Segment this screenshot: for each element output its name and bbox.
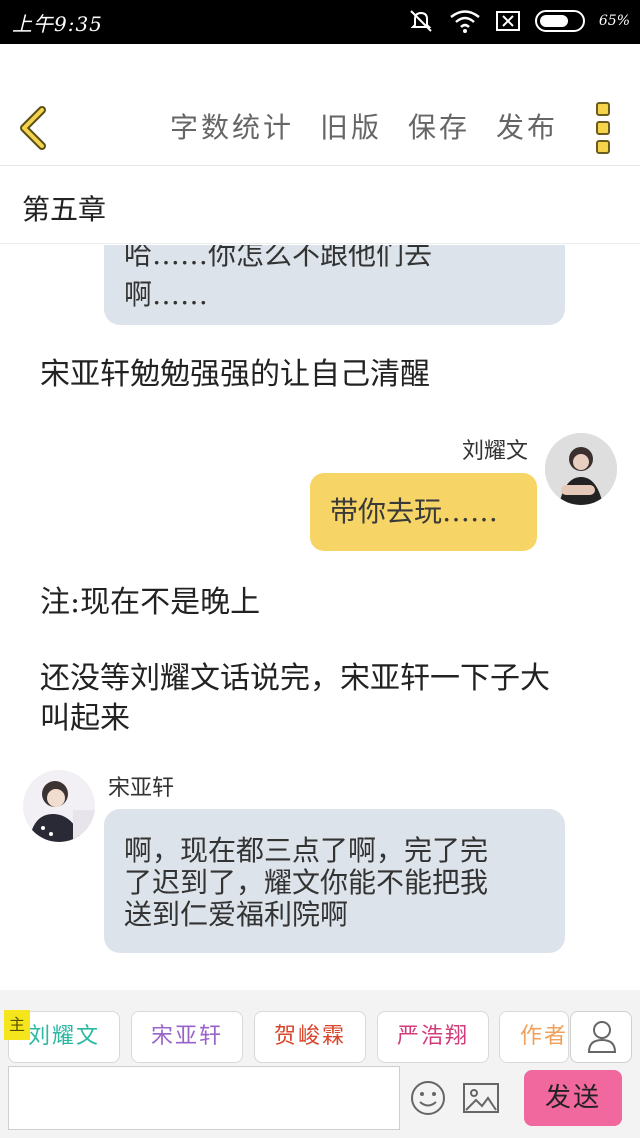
battery-icon	[534, 10, 585, 32]
narration-text[interactable]: 注:现在不是晚上	[40, 583, 260, 623]
more-vertical-icon[interactable]	[596, 102, 612, 154]
character-selector: 刘耀文 宋亚轩 贺峻霖 严浩翔 作者	[0, 990, 640, 1064]
word-count-button[interactable]: 字数统计	[170, 106, 294, 146]
character-button[interactable]: 作者	[499, 1011, 569, 1063]
image-icon[interactable]	[460, 1078, 502, 1118]
person-icon	[587, 1021, 617, 1053]
character-button[interactable]: 严浩翔	[377, 1011, 489, 1063]
back-button[interactable]	[14, 106, 54, 150]
character-button[interactable]: 宋亚轩	[131, 1011, 243, 1063]
chapter-header: 第五章	[0, 166, 640, 244]
chapter-title[interactable]: 第五章	[22, 188, 106, 228]
status-bar: 上午9:35 65%	[0, 0, 640, 44]
speaker-name: 刘耀文	[462, 439, 529, 464]
dialogue-bubble-left[interactable]: 啊，现在都三点了啊，完了完 了迟到了，耀文你能不能把我 送到仁爱福利院啊	[104, 809, 565, 953]
avatar-photo	[545, 433, 617, 505]
narration-text[interactable]: 还没等刘耀文话说完，宋亚轩一下子大 叫起来	[40, 659, 550, 739]
wifi-icon	[450, 10, 480, 33]
message-input[interactable]	[8, 1066, 400, 1130]
narration-line: 还没等刘耀文话说完，宋亚轩一下子大	[40, 661, 550, 696]
send-button[interactable]: 发送	[524, 1070, 622, 1126]
save-button[interactable]: 保存	[408, 106, 470, 146]
character-name: 刘耀文	[27, 1024, 100, 1049]
avatar[interactable]	[545, 433, 617, 505]
bubble-line: 了迟到了，耀文你能不能把我	[124, 866, 489, 899]
bubble-line: 啊，现在都三点了啊，完了完	[124, 834, 489, 867]
old-version-button[interactable]: 旧版	[320, 106, 382, 146]
status-icons: 65%	[407, 7, 630, 35]
narration-text[interactable]: 宋亚轩勉勉强强的让自己清醒	[40, 355, 430, 395]
story-content[interactable]: 哈……你怎么不跟他们去 啊…… 宋亚轩勉勉强强的让自己清醒 刘耀文 带你去玩………	[0, 245, 640, 990]
battery-percent: 65%	[598, 13, 630, 29]
dialogue-bubble-right[interactable]: 带你去玩……	[310, 473, 537, 551]
editor-toolbar: 字数统计 旧版 保存 发布	[0, 44, 640, 166]
character-name: 宋亚轩	[150, 1024, 223, 1049]
add-role-button[interactable]	[570, 1011, 632, 1063]
mute-icon	[410, 10, 432, 32]
dialogue-bubble-left[interactable]: 哈……你怎么不跟他们去 啊……	[104, 245, 565, 325]
narration-line: 叫起来	[40, 701, 130, 736]
avatar[interactable]	[23, 770, 95, 842]
bubble-text: 带你去玩……	[330, 495, 499, 528]
bubble-line: 送到仁爱福利院啊	[124, 898, 349, 931]
publish-button[interactable]: 发布	[496, 106, 558, 146]
sim-off-icon	[495, 11, 520, 31]
input-bar: 发送	[0, 1064, 640, 1138]
character-button[interactable]: 贺峻霖	[254, 1011, 366, 1063]
status-time: 上午9:35	[12, 12, 103, 36]
bubble-line: 哈……你怎么不跟他们去	[124, 245, 433, 271]
speaker-name: 宋亚轩	[108, 776, 175, 801]
toolbar-actions: 字数统计 旧版 保存 发布	[170, 106, 558, 146]
main-character-badge: 主	[4, 1010, 30, 1040]
avatar-photo	[23, 770, 95, 842]
character-name: 贺峻霖	[273, 1024, 346, 1049]
character-name: 严浩翔	[396, 1024, 469, 1049]
bubble-line: 啊……	[124, 278, 209, 311]
character-name: 作者	[520, 1024, 569, 1049]
smiley-icon[interactable]	[408, 1078, 448, 1118]
